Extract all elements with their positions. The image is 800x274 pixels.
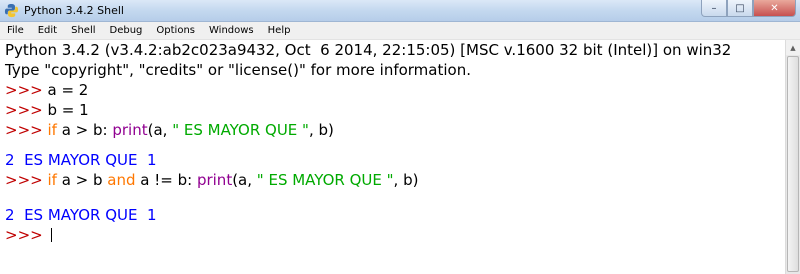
menu-bar: File Edit Shell Debug Options Windows He… bbox=[0, 22, 800, 40]
output-line: 2 ES MAYOR QUE 1 bbox=[5, 206, 157, 224]
code: , b) bbox=[393, 171, 419, 189]
menu-shell[interactable]: Shell bbox=[64, 23, 102, 39]
menu-help[interactable]: Help bbox=[261, 23, 298, 39]
output-line: 2 ES MAYOR QUE 1 bbox=[5, 151, 157, 169]
text-cursor bbox=[51, 228, 53, 242]
code: (a, bbox=[232, 171, 257, 189]
builtin: print bbox=[196, 171, 233, 189]
prompt: >>> bbox=[5, 171, 48, 189]
menu-options[interactable]: Options bbox=[149, 23, 202, 39]
input-line: >>> if a > b: print(a, " ES MAYOR QUE ",… bbox=[5, 120, 334, 140]
keyword: if bbox=[47, 121, 57, 139]
python-logo-icon bbox=[4, 3, 19, 18]
scroll-up-arrow-icon[interactable]: ▲ bbox=[786, 40, 800, 55]
prompt: >>> bbox=[5, 226, 48, 244]
code: , b) bbox=[308, 121, 334, 139]
prompt: >>> bbox=[5, 101, 48, 119]
builtin: print bbox=[112, 121, 148, 139]
code: b = 1 bbox=[47, 101, 89, 119]
prompt: >>> bbox=[5, 121, 48, 139]
code: a = 2 bbox=[47, 81, 89, 99]
menu-windows[interactable]: Windows bbox=[202, 23, 261, 39]
keyword: if bbox=[47, 171, 57, 189]
string-literal: " ES MAYOR QUE " bbox=[256, 171, 394, 189]
input-line[interactable]: >>> bbox=[5, 225, 53, 245]
code: a != b: bbox=[135, 171, 197, 189]
code: a > b bbox=[56, 171, 108, 189]
prompt: >>> bbox=[5, 81, 48, 99]
minimize-button[interactable]: – bbox=[701, 0, 727, 17]
menu-debug[interactable]: Debug bbox=[103, 23, 150, 39]
shell-text-area[interactable]: Python 3.4.2 (v3.4.2:ab2c023a9432, Oct 6… bbox=[0, 40, 785, 274]
string-literal: " ES MAYOR QUE " bbox=[172, 121, 309, 139]
vertical-scrollbar[interactable]: ▲ bbox=[785, 40, 800, 274]
input-line: >>> a = 2 bbox=[5, 80, 88, 100]
window-controls: – □ ✕ bbox=[701, 0, 796, 18]
code: a > b: bbox=[56, 121, 113, 139]
window-title: Python 3.4.2 Shell bbox=[24, 4, 124, 17]
banner-line: Python 3.4.2 (v3.4.2:ab2c023a9432, Oct 6… bbox=[5, 41, 732, 59]
input-line: >>> b = 1 bbox=[5, 100, 89, 120]
menu-edit[interactable]: Edit bbox=[31, 23, 64, 39]
info-line: Type "copyright", "credits" or "license(… bbox=[5, 61, 471, 79]
menu-file[interactable]: File bbox=[0, 23, 31, 39]
close-button[interactable]: ✕ bbox=[753, 0, 796, 17]
keyword: and bbox=[107, 171, 136, 189]
code: (a, bbox=[147, 121, 173, 139]
title-bar: Python 3.4.2 Shell – □ ✕ bbox=[0, 0, 800, 22]
scroll-thumb[interactable] bbox=[787, 56, 799, 272]
input-line: >>> if a > b and a != b: print(a, " ES M… bbox=[5, 170, 418, 190]
maximize-button[interactable]: □ bbox=[727, 0, 753, 17]
